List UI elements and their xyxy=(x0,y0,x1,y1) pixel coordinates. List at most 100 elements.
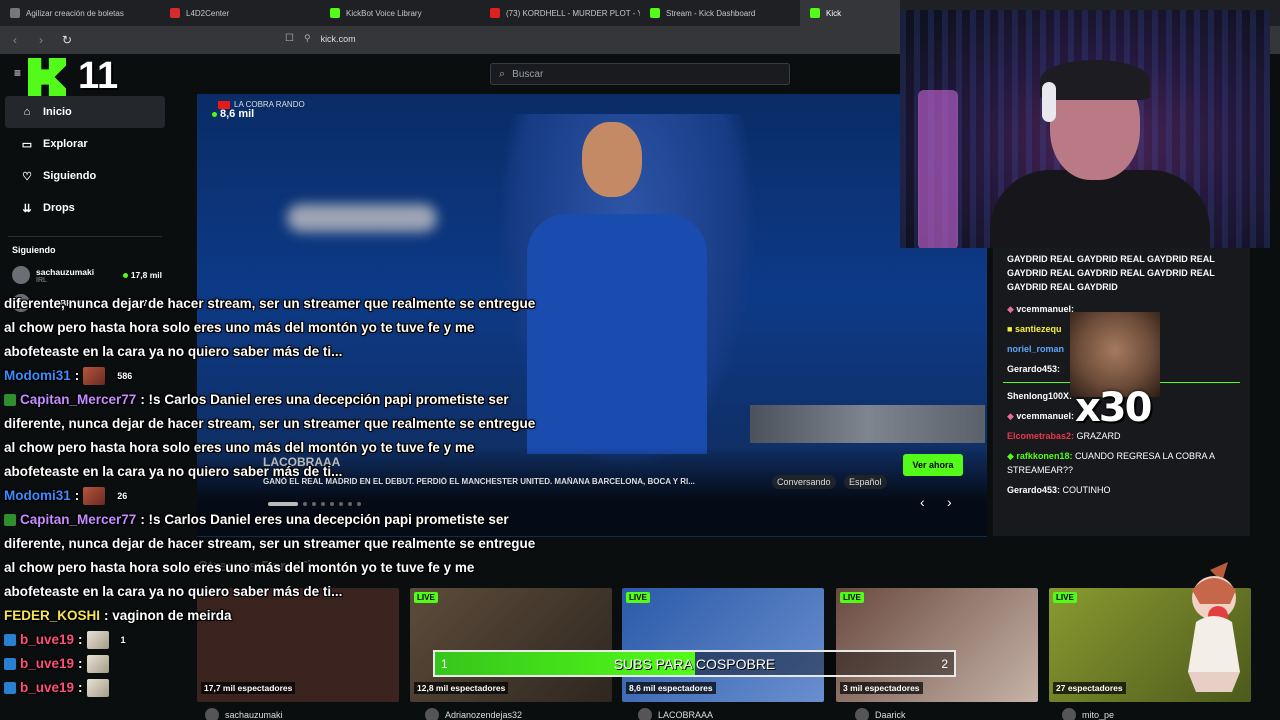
home-icon: ⌂ xyxy=(23,106,31,118)
overlay-chat-row: al chow pero hasta hora solo eres uno má… xyxy=(4,316,574,340)
overlay-chat-row: b_uve19: 1 xyxy=(4,628,574,652)
sub-goal-target: 2 xyxy=(941,657,948,671)
overlay-chat-text: abofeteaste en la cara ya no quiero sabe… xyxy=(4,583,343,599)
stream-card[interactable]: LIVE 8,6 mil espectadores xyxy=(622,588,824,702)
sidebar-item-label: Inicio xyxy=(43,106,72,118)
card-channel[interactable]: mito_pe xyxy=(1062,708,1114,720)
tag-conversando[interactable]: Conversando xyxy=(772,475,836,489)
overlay-chat-row: abofeteaste en la cara ya no quiero sabe… xyxy=(4,580,574,604)
bookmark-icon[interactable]: ☐ xyxy=(285,33,294,44)
sidebar-item-siguiendo[interactable]: ♡ Siguiendo xyxy=(5,160,165,192)
overlay-chat-username[interactable]: Modomi31 xyxy=(4,485,71,508)
heart-icon: ♡ xyxy=(22,170,32,183)
badge-icon: ◆ xyxy=(1007,451,1017,461)
tag-espanol[interactable]: Español xyxy=(844,475,887,489)
browser-tab[interactable]: KickBot Voice Library xyxy=(320,0,480,26)
browser-tab[interactable]: Stream - Kick Dashboard xyxy=(640,0,800,26)
overlay-chat-username[interactable]: b_uve19 xyxy=(20,653,74,676)
tab-favicon-icon xyxy=(330,8,340,18)
tab-label: L4D2Center xyxy=(186,8,230,18)
chat-username[interactable]: vcemmanuel: xyxy=(1016,411,1074,421)
overlay-chat-username[interactable]: b_uve19 xyxy=(20,677,74,700)
overlay-chat-count: 1 xyxy=(120,634,126,645)
card-channel[interactable]: Daarick xyxy=(855,708,906,720)
overlay-chat-row: al chow pero hasta hora solo eres uno má… xyxy=(4,556,574,580)
chat-username[interactable]: noriel_roman xyxy=(1007,344,1064,354)
card-channel[interactable]: LACOBRAAA xyxy=(638,708,713,720)
chat-emote-icon xyxy=(86,631,109,649)
chat-username[interactable]: vcemmanuel: xyxy=(1016,304,1074,314)
chat-emote-icon xyxy=(86,679,109,697)
menu-icon[interactable]: ≡ xyxy=(14,66,21,80)
card-channel-name: LACOBRAAA xyxy=(658,710,714,720)
overlay-chat-text: al chow pero hasta hora solo eres uno má… xyxy=(4,439,475,455)
tab-label: (73) KORDHELL - MURDER PLOT - Y xyxy=(506,8,640,18)
featured-thumbnail[interactable] xyxy=(750,405,985,443)
card-viewers: 3 mil espectadores xyxy=(840,682,923,694)
badge-icon: ◆ xyxy=(1007,411,1017,421)
sidebar-item-explorar[interactable]: ▭ Explorar xyxy=(5,128,165,160)
overlay-chat-text: : xyxy=(74,367,80,383)
sidebar-item-drops[interactable]: ⇊ Drops xyxy=(5,192,165,224)
webcam-person-body xyxy=(990,170,1210,248)
tab-favicon-icon xyxy=(650,8,660,18)
overlay-chat-username[interactable]: Capitan_Mercer77 xyxy=(20,509,136,532)
browser-tab[interactable]: L4D2Center xyxy=(160,0,320,26)
overlay-chat-text: abofeteaste en la cara ya no quiero sabe… xyxy=(4,463,343,479)
chat-username[interactable]: santiezequ xyxy=(1015,324,1062,334)
tab-favicon-icon xyxy=(490,8,500,18)
overlay-counter: 11 xyxy=(78,55,119,97)
forward-icon[interactable]: › xyxy=(34,33,48,47)
sidebar-item-inicio[interactable]: ⌂ Inicio xyxy=(5,96,165,128)
chat-badge-icon xyxy=(4,682,16,694)
search-input[interactable]: ⌕ Buscar xyxy=(490,63,790,85)
browser-tab-active[interactable]: Kick xyxy=(800,0,900,26)
overlay-chat-text: : xyxy=(78,679,83,695)
chat-text: COUTINHO xyxy=(1062,485,1111,495)
search-icon: ⌕ xyxy=(499,67,506,80)
card-channel[interactable]: sachauzumaki xyxy=(205,708,283,720)
player-head xyxy=(582,122,642,197)
overlay-chat-text: : xyxy=(78,655,83,671)
chat-username[interactable]: Gerardo453: xyxy=(1007,485,1060,495)
chat-username[interactable]: Elcometrabas2: xyxy=(1007,431,1074,441)
overlay-chat-row: diferente, nunca dejar de hacer stream, … xyxy=(4,532,574,556)
reload-icon[interactable]: ↻ xyxy=(60,33,74,47)
avatar xyxy=(855,708,869,720)
card-channel[interactable]: Adrianozendejas32 xyxy=(425,708,522,720)
chat-username[interactable]: rafkkonen18: xyxy=(1016,451,1072,461)
live-dot-icon xyxy=(212,112,217,117)
webcam-person-cap xyxy=(1040,60,1150,100)
chat-emote-icon xyxy=(86,655,109,673)
tab-favicon-icon xyxy=(810,8,820,18)
channel-category: IRL xyxy=(36,276,47,284)
site-info-icon[interactable]: ⚲ xyxy=(304,33,311,44)
badge-icon: ◆ xyxy=(1007,304,1017,314)
overlay-chat-row: al chow pero hasta hora solo eres uno má… xyxy=(4,436,574,460)
url-field[interactable]: ☐ ⚲ kick.com xyxy=(285,33,356,44)
carousel-next-icon[interactable]: › xyxy=(947,494,952,510)
followed-channel[interactable]: sachauzumaki IRL 17,8 mil xyxy=(0,261,170,289)
stream-card[interactable]: LIVE 3 mil espectadores xyxy=(836,588,1038,702)
carousel-prev-icon[interactable]: ‹ xyxy=(920,494,925,510)
live-badge: LIVE xyxy=(1053,592,1077,603)
overlay-chat-username[interactable]: FEDER_KOSHI xyxy=(4,605,100,628)
back-icon[interactable]: ‹ xyxy=(8,33,22,47)
avatar xyxy=(205,708,219,720)
overlay-chat-username[interactable]: b_uve19 xyxy=(20,629,74,652)
watch-now-button[interactable]: Ver ahora xyxy=(903,454,963,476)
browser-tab[interactable]: Agilizar creación de boletas xyxy=(0,0,160,26)
avatar xyxy=(638,708,652,720)
live-badge: LIVE xyxy=(840,592,864,603)
tab-label: Kick xyxy=(826,8,842,18)
chat-message: Elcometrabas2: GRAZARD xyxy=(1007,429,1236,443)
webcam-lamp xyxy=(918,90,958,248)
overlay-chat-text: : vaginon de meirda xyxy=(104,607,232,623)
avatar xyxy=(12,266,30,284)
chat-username[interactable]: Shenlong100X: xyxy=(1007,391,1072,401)
overlay-chat-username[interactable]: Capitan_Mercer77 xyxy=(20,389,136,412)
overlay-chat-username[interactable]: Modomi31 xyxy=(4,365,71,388)
browser-tab[interactable]: (73) KORDHELL - MURDER PLOT - Y xyxy=(480,0,640,26)
following-heading: Siguiendo xyxy=(12,245,56,255)
chat-username[interactable]: Gerardo453: xyxy=(1007,364,1060,374)
